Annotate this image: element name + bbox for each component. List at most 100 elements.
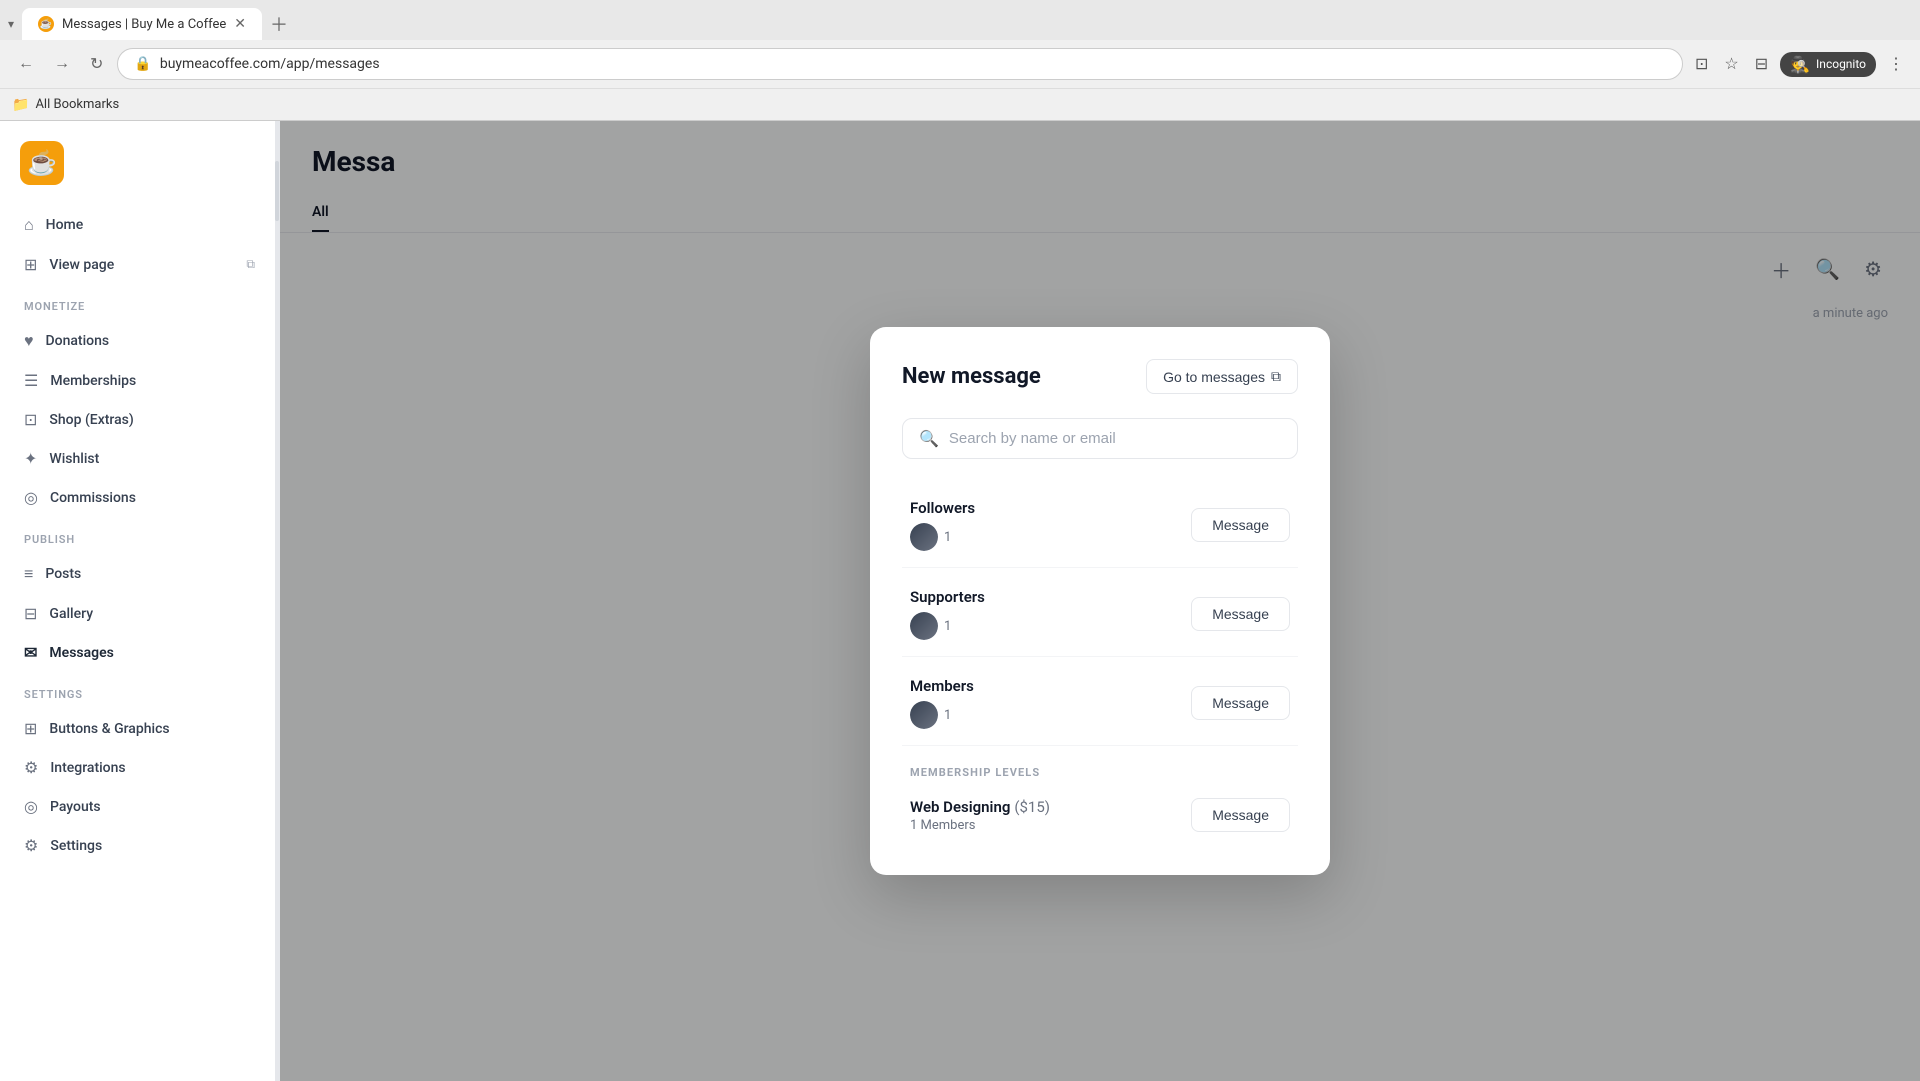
- sidebar-item-messages[interactable]: ✉ Messages: [0, 633, 279, 672]
- incognito-label: Incognito: [1816, 57, 1866, 71]
- profile-button[interactable]: ⊟: [1751, 50, 1772, 78]
- monetize-section-label: MONETIZE: [0, 284, 279, 321]
- followers-group: Followers 1 Message: [902, 487, 1298, 568]
- forward-button[interactable]: →: [48, 51, 76, 77]
- tab-title: Messages | Buy Me a Coffee: [62, 17, 226, 32]
- lock-icon: 🔒: [134, 56, 151, 72]
- home-icon: ⌂: [24, 215, 34, 235]
- shop-icon: ⊡: [24, 410, 37, 429]
- supporters-info: Supporters 1: [910, 588, 985, 640]
- members-avatar: [910, 701, 938, 729]
- tab-favicon: ☕: [38, 16, 54, 32]
- members-count: 1: [944, 708, 951, 723]
- sidebar-item-posts[interactable]: ≡ Posts: [0, 554, 279, 594]
- sidebar-item-view-page[interactable]: ⊞ View page ⧉: [0, 245, 279, 284]
- donations-icon: ♥: [24, 331, 34, 351]
- membership-info: Web Designing ($15) 1 Members: [910, 797, 1050, 833]
- supporters-avatar-row: 1: [910, 612, 985, 640]
- sidebar-item-posts-label: Posts: [45, 566, 255, 582]
- followers-info: Followers 1: [910, 499, 975, 551]
- search-input[interactable]: [949, 430, 1281, 447]
- browser-toolbar-right: ⊡ ☆ ⊟ 🕵 Incognito ⋮: [1691, 50, 1908, 78]
- sidebar-item-payouts[interactable]: ◎ Payouts: [0, 787, 279, 826]
- sidebar-item-shop-label: Shop (Extras): [49, 412, 255, 428]
- divider-2: [902, 656, 1298, 657]
- sidebar-item-settings[interactable]: ⚙ Settings: [0, 826, 279, 865]
- new-tab-button[interactable]: ＋: [262, 11, 296, 37]
- sidebar-item-gallery-label: Gallery: [49, 606, 255, 622]
- members-avatar-row: 1: [910, 701, 974, 729]
- modal-header: New message Go to messages ⧉: [902, 359, 1298, 394]
- new-message-modal: New message Go to messages ⧉ 🔍 Followe: [870, 327, 1330, 875]
- sidebar-item-donations[interactable]: ♥ Donations: [0, 321, 279, 361]
- membership-message-button[interactable]: Message: [1191, 798, 1290, 832]
- sidebar-item-wishlist[interactable]: ✦ Wishlist: [0, 439, 279, 478]
- sidebar-item-view-page-label: View page: [49, 257, 234, 273]
- goto-messages-button[interactable]: Go to messages ⧉: [1146, 359, 1298, 394]
- reload-button[interactable]: ↻: [84, 50, 109, 78]
- members-group: Members 1 Message: [902, 665, 1298, 746]
- followers-avatar-row: 1: [910, 523, 975, 551]
- tab-bar: ▾ ☕ Messages | Buy Me a Coffee ✕ ＋: [0, 0, 1920, 40]
- active-tab[interactable]: ☕ Messages | Buy Me a Coffee ✕: [22, 8, 262, 40]
- bookmarks-bar: 📁 All Bookmarks: [0, 88, 1920, 120]
- buttons-graphics-icon: ⊞: [24, 719, 37, 738]
- memberships-icon: ☰: [24, 371, 38, 390]
- incognito-badge: 🕵 Incognito: [1780, 52, 1876, 77]
- goto-messages-external-icon: ⧉: [1271, 368, 1281, 385]
- sidebar-scrollbar-thumb: [275, 161, 279, 221]
- messages-icon: ✉: [24, 643, 37, 662]
- gallery-icon: ⊟: [24, 604, 37, 623]
- sidebar-item-donations-label: Donations: [46, 333, 256, 349]
- modal-title: New message: [902, 364, 1041, 389]
- view-page-icon: ⊞: [24, 255, 37, 274]
- app-layout: ☕ ⌂ Home ⊞ View page ⧉ MONETIZE ♥ Donati…: [0, 121, 1920, 1081]
- supporters-label: Supporters: [910, 588, 985, 606]
- supporters-message-button[interactable]: Message: [1191, 597, 1290, 631]
- membership-name-row: Web Designing ($15): [910, 797, 1050, 816]
- commissions-icon: ◎: [24, 488, 38, 507]
- tab-close-button[interactable]: ✕: [234, 16, 246, 32]
- divider-1: [902, 567, 1298, 568]
- url-text: buymeacoffee.com/app/messages: [160, 56, 1666, 72]
- settings-icon: ⚙: [24, 836, 38, 855]
- sidebar-item-home[interactable]: ⌂ Home: [0, 205, 279, 245]
- sidebar-item-buttons-graphics[interactable]: ⊞ Buttons & Graphics: [0, 709, 279, 748]
- sidebar-item-integrations-label: Integrations: [50, 760, 255, 776]
- supporters-avatar: [910, 612, 938, 640]
- members-row: Members 1 Message: [902, 665, 1298, 741]
- membership-name: Web Designing: [910, 798, 1010, 816]
- back-button[interactable]: ←: [12, 51, 40, 77]
- modal-overlay[interactable]: New message Go to messages ⧉ 🔍 Followe: [280, 121, 1920, 1081]
- goto-messages-label: Go to messages: [1163, 369, 1265, 385]
- bookmarks-label: All Bookmarks: [35, 97, 119, 112]
- followers-message-button[interactable]: Message: [1191, 508, 1290, 542]
- membership-levels-label: MEMBERSHIP LEVELS: [902, 754, 1298, 787]
- sidebar-item-buttons-graphics-label: Buttons & Graphics: [49, 721, 255, 737]
- integrations-icon: ⚙: [24, 758, 38, 777]
- divider-3: [902, 745, 1298, 746]
- bookmark-button[interactable]: ☆: [1720, 50, 1742, 78]
- url-bar[interactable]: 🔒 buymeacoffee.com/app/messages: [117, 48, 1683, 80]
- sidebar-item-commissions-label: Commissions: [50, 490, 255, 506]
- sidebar-item-commissions[interactable]: ◎ Commissions: [0, 478, 279, 517]
- more-button[interactable]: ⋮: [1884, 50, 1908, 78]
- sidebar-logo[interactable]: ☕: [0, 141, 279, 205]
- sidebar-item-settings-label: Settings: [50, 838, 255, 854]
- sidebar-item-messages-label: Messages: [49, 645, 255, 661]
- sidebar-item-memberships[interactable]: ☰ Memberships: [0, 361, 279, 400]
- sidebar-nav: ⌂ Home ⊞ View page ⧉ MONETIZE ♥ Donation…: [0, 205, 279, 865]
- followers-row: Followers 1 Message: [902, 487, 1298, 563]
- address-bar: ← → ↻ 🔒 buymeacoffee.com/app/messages ⊡ …: [0, 40, 1920, 88]
- sidebar-item-gallery[interactable]: ⊟ Gallery: [0, 594, 279, 633]
- cast-button[interactable]: ⊡: [1691, 50, 1712, 78]
- followers-count: 1: [944, 530, 951, 545]
- sidebar-scrollbar-track: [275, 121, 279, 1081]
- members-message-button[interactable]: Message: [1191, 686, 1290, 720]
- bookmarks-folder-icon: 📁: [12, 97, 29, 113]
- sidebar-item-shop[interactable]: ⊡ Shop (Extras): [0, 400, 279, 439]
- members-info: Members 1: [910, 677, 974, 729]
- posts-icon: ≡: [24, 564, 33, 584]
- sidebar-item-integrations[interactable]: ⚙ Integrations: [0, 748, 279, 787]
- supporters-row: Supporters 1 Message: [902, 576, 1298, 652]
